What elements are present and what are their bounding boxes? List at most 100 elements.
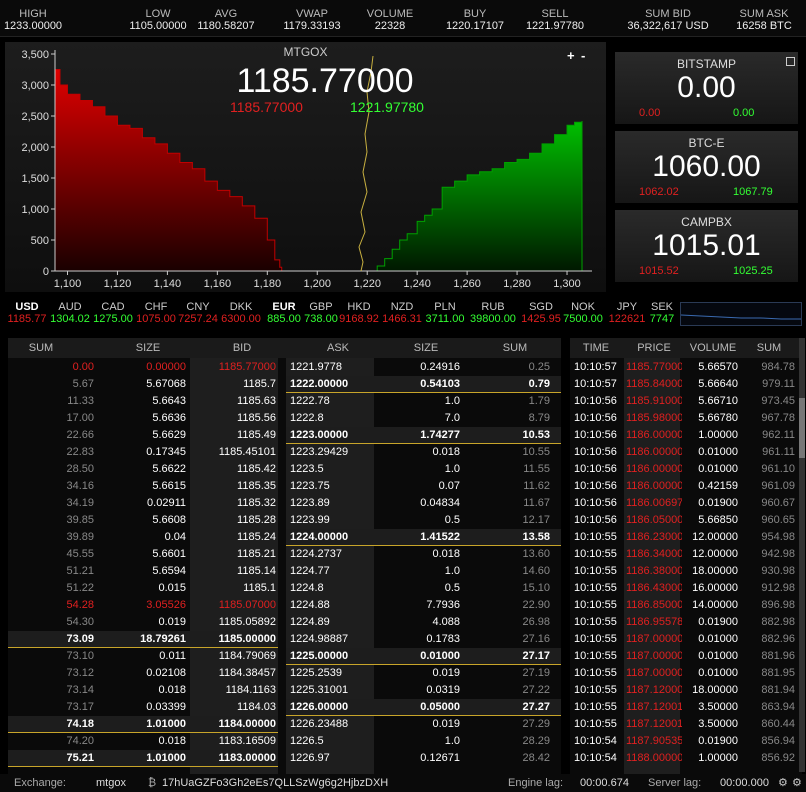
bid-sum: 39.89 (66, 531, 94, 543)
ask-size: 0.018 (432, 548, 460, 560)
ask-sum: 8.79 (528, 412, 550, 424)
table-row[interactable]: 22.66 5.6629 1185.49 1223.00000 1.74277 10.53 (8, 427, 561, 444)
ask-sum: 27.27 (522, 701, 550, 713)
table-row[interactable]: 73.12 0.02108 1184.38457 1225.2539 0.019 27.1… (8, 665, 561, 682)
trade-price: 1185.84000 (626, 378, 682, 390)
exchange-panel-bitstamp[interactable]: BITSTAMP 0.00 0.00 0.00 (615, 52, 798, 124)
trade-row[interactable]: 10:10:54 1188.00000 1.00000 856.92 (570, 750, 802, 767)
table-row[interactable]: 39.89 0.04 1185.24 1224.00000 1.41522 13.58 (8, 529, 561, 546)
column-header[interactable]: ASK (293, 338, 383, 358)
trade-row[interactable]: 10:10:57 1185.77000 5.66570 984.78 (570, 359, 802, 376)
bid-size: 5.6636 (152, 412, 186, 424)
column-header[interactable]: SUM (478, 338, 552, 358)
popout-icon[interactable] (786, 57, 795, 66)
table-row[interactable]: 73.09 18.79261 1185.00000 1224.98887 0.1783 2… (8, 631, 561, 648)
table-row[interactable]: 51.22 0.015 1185.1 1224.8 0.5 15.10 (8, 580, 561, 597)
trade-row[interactable]: 10:10:56 1186.00000 0.01000 961.10 (570, 461, 802, 478)
table-row[interactable]: 75.21 1.01000 1183.00000 1226.97 0.12671 28.4… (8, 750, 561, 767)
exchange-panel-campbx[interactable]: CAMPBX 1015.01 1015.52 1025.25 (615, 210, 798, 282)
trade-volume: 5.66570 (698, 361, 738, 373)
trade-row[interactable]: 10:10:55 1187.12001 3.50000 860.44 (570, 716, 802, 733)
table-row[interactable]: 11.33 5.6643 1185.63 1222.78 1.0 1.79 (8, 393, 561, 410)
trade-row[interactable]: 10:10:55 1186.34000 12.00000 942.98 (570, 546, 802, 563)
column-header[interactable]: TIME (570, 338, 622, 358)
column-header[interactable]: PRICE (622, 338, 686, 358)
trade-row[interactable]: 10:10:54 1187.90535 0.01900 856.94 (570, 733, 802, 750)
bid-price: 1185.56 (237, 412, 276, 424)
currency-code: RUB (481, 301, 505, 313)
table-row[interactable]: 54.28 3.05526 1185.07000 1224.88 7.7936 22.90 (8, 597, 561, 614)
bid-price: 1185.77000 (218, 361, 276, 373)
trade-row[interactable]: 10:10:55 1186.95578 0.01900 882.98 (570, 614, 802, 631)
order-book-header: SUM SIZE BID ASK SIZE SUM (8, 338, 561, 358)
table-row[interactable]: 34.19 0.02911 1185.32 1223.89 0.04834 11.67 (8, 495, 561, 512)
trade-row[interactable]: 10:10:56 1186.00697 0.01900 960.67 (570, 495, 802, 512)
table-row[interactable]: 54.30 0.019 1185.05892 1224.89 4.088 26.98 (8, 614, 561, 631)
table-row[interactable]: 74.20 0.018 1183.16509 1226.5 1.0 28.29 (8, 733, 561, 750)
currency-pln[interactable]: PLN 3711.00 (419, 301, 471, 325)
table-row[interactable]: 28.50 5.6622 1185.42 1223.5 1.0 11.55 (8, 461, 561, 478)
table-row[interactable]: 39.85 5.6608 1185.28 1223.99 0.5 12.17 (8, 512, 561, 529)
settings-icon[interactable]: ⚙ (792, 774, 802, 792)
depth-chart: 3,500 3,000 2,500 2,000 1,500 1,000 500 0 1,100 1… (5, 42, 606, 292)
trade-row[interactable]: 10:10:55 1187.00000 0.01000 881.96 (570, 648, 802, 665)
table-row[interactable]: 0.00 0.00000 1185.77000 1221.9778 0.24916 0.2… (8, 359, 561, 376)
exchange-panel-btce[interactable]: BTC-E 1060.00 1062.02 1067.79 (615, 131, 798, 203)
x-tick-label: 1,100 (54, 278, 82, 290)
trade-row[interactable]: 10:10:56 1185.91000 5.66710 973.45 (570, 393, 802, 410)
currency-rub[interactable]: RUB 39800.00 (467, 301, 519, 325)
table-row[interactable]: 5.67 5.67068 1185.7 1222.00000 0.54103 0.79 (8, 376, 561, 393)
trade-row[interactable]: 10:10:55 1186.43000 16.00000 912.98 (570, 580, 802, 597)
column-header[interactable]: SUM (744, 338, 794, 358)
trade-row[interactable]: 10:10:55 1187.12001 3.50000 863.94 (570, 699, 802, 716)
table-row[interactable]: 73.14 0.018 1184.1163 1225.31001 0.0319 27.22 (8, 682, 561, 699)
trade-row[interactable]: 10:10:56 1185.98000 5.66780 967.78 (570, 410, 802, 427)
trade-row[interactable]: 10:10:55 1187.00000 0.01000 881.95 (570, 665, 802, 682)
trade-price: 1185.98000 (626, 412, 682, 424)
x-tick-label: 1,220 (353, 278, 381, 290)
zoom-in-button[interactable]: + (567, 48, 575, 63)
trade-volume: 1.00000 (698, 429, 738, 441)
column-header[interactable]: SIZE (385, 338, 467, 358)
bid-sum: 74.20 (66, 735, 94, 747)
trade-row[interactable]: 10:10:56 1186.00000 0.01000 961.11 (570, 444, 802, 461)
bid-sum: 11.33 (67, 395, 94, 407)
trade-sum: 960.67 (761, 497, 795, 509)
scrollbar-thumb[interactable] (799, 398, 805, 458)
table-row[interactable]: 74.18 1.01000 1184.00000 1226.23488 0.019 27.… (8, 716, 561, 733)
column-header[interactable]: SUM (8, 338, 74, 358)
trade-time: 10:10:56 (574, 429, 617, 441)
scrollbar[interactable] (799, 338, 805, 772)
column-header[interactable]: SIZE (88, 338, 208, 358)
trade-row[interactable]: 10:10:55 1186.38000 18.00000 930.98 (570, 563, 802, 580)
stat-value: 36,322,617 USD (627, 20, 709, 32)
trade-row[interactable]: 10:10:55 1186.85000 14.00000 896.98 (570, 597, 802, 614)
bid-price: 1183.00000 (218, 752, 276, 764)
zoom-out-button[interactable]: - (581, 48, 585, 63)
trade-row[interactable]: 10:10:55 1187.00000 0.01000 882.96 (570, 631, 802, 648)
table-row[interactable]: 34.16 5.6615 1185.35 1223.75 0.07 11.62 (8, 478, 561, 495)
settings-icon[interactable]: ⚙ (778, 774, 788, 792)
table-row[interactable]: 51.21 5.6594 1185.14 1224.77 1.0 14.60 (8, 563, 561, 580)
trade-volume: 0.01900 (698, 497, 738, 509)
column-header[interactable]: BID (200, 338, 284, 358)
order-book: SUM SIZE BID ASK SIZE SUM 0.00 0.00000 1185.7700… (8, 338, 561, 774)
table-row[interactable]: 17.00 5.6636 1185.56 1222.8 7.0 8.79 (8, 410, 561, 427)
trade-row[interactable]: 10:10:56 1186.00000 0.42159 961.09 (570, 478, 802, 495)
trade-volume: 1.00000 (698, 752, 738, 764)
trade-row[interactable]: 10:10:56 1186.00000 1.00000 962.11 (570, 427, 802, 444)
table-row[interactable]: 22.83 0.17345 1185.45101 1223.29429 0.018 10.… (8, 444, 561, 461)
exchange-select[interactable]: mtgox (96, 774, 126, 792)
trade-row[interactable]: 10:10:55 1187.12000 18.00000 881.94 (570, 682, 802, 699)
table-row[interactable]: 45.55 5.6601 1185.21 1224.2737 0.018 13.60 (8, 546, 561, 563)
table-row[interactable]: 73.17 0.03399 1184.03 1226.00000 0.05000 27.2… (8, 699, 561, 716)
trade-time: 10:10:55 (574, 718, 617, 730)
trade-row[interactable]: 10:10:56 1186.05000 5.66850 960.65 (570, 512, 802, 529)
bid-size: 5.6629 (152, 429, 186, 441)
column-header[interactable]: VOLUME (684, 338, 742, 358)
table-row[interactable]: 73.10 0.011 1184.79069 1225.00000 0.01000 27.… (8, 648, 561, 665)
bid-sum: 5.67 (72, 378, 94, 390)
trade-time: 10:10:55 (574, 633, 617, 645)
trade-row[interactable]: 10:10:57 1185.84000 5.66640 979.11 (570, 376, 802, 393)
trade-row[interactable]: 10:10:55 1186.23000 12.00000 954.98 (570, 529, 802, 546)
